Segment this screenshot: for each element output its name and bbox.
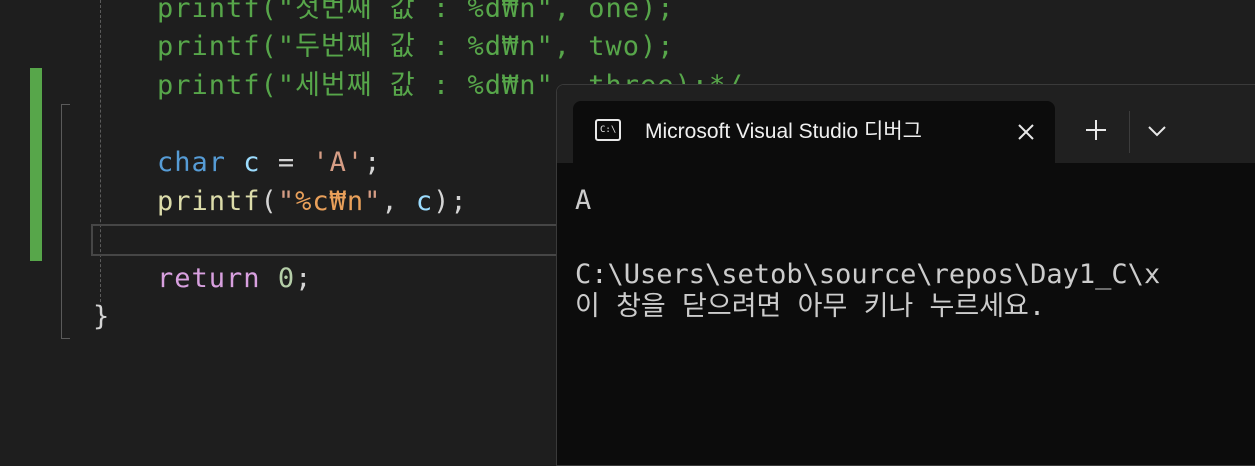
punctuation-token: ; — [295, 263, 313, 294]
format-token: %c₩n — [295, 186, 365, 217]
fold-outline-top — [61, 104, 70, 105]
chevron-down-icon[interactable] — [1145, 119, 1169, 143]
string-token: " — [277, 186, 296, 217]
console-output-line: 이 창을 닫으려면 아무 키나 누르세요. — [575, 291, 1046, 322]
variable-token: c — [415, 186, 434, 217]
punctuation-token: , — [381, 186, 416, 217]
terminal-icon: C:\ — [595, 119, 621, 141]
code-line-printf[interactable]: printf("%c₩n", c); — [157, 183, 468, 221]
console-output-line: C:\Users\setob\source\repos\Day1_C\x — [575, 259, 1161, 290]
string-token: 'A' — [312, 147, 365, 178]
console-titlebar[interactable]: C:\ Microsoft Visual Studio 디버그 — [557, 85, 1255, 163]
keyword-token: return — [157, 263, 261, 294]
punctuation-token: ); — [433, 186, 468, 217]
code-token: printf — [157, 31, 261, 62]
change-indicator-bar — [30, 68, 42, 261]
fold-outline-bottom — [61, 338, 70, 339]
punctuation-token: ; — [364, 147, 382, 178]
code-token: 두번째 값 : %d₩n", two); — [295, 31, 675, 62]
code-token: printf — [157, 0, 261, 24]
terminal-icon-label: C:\ — [600, 125, 617, 135]
code-token: printf — [157, 70, 261, 101]
code-token: (" — [260, 70, 296, 101]
titlebar-separator — [1129, 111, 1130, 153]
code-line-closing-brace[interactable]: } — [93, 298, 110, 336]
code-line-comment-1[interactable]: printf("첫번째 값 : %d₩n", one); — [157, 0, 675, 28]
operator-token: = — [260, 147, 313, 178]
tab-title: Microsoft Visual Studio 디버그 — [645, 120, 923, 143]
string-token: " — [364, 186, 382, 217]
punctuation-token: ( — [260, 186, 278, 217]
code-line-comment-2[interactable]: printf("두번째 값 : %d₩n", two); — [157, 28, 675, 66]
current-line-highlight — [91, 224, 571, 256]
console-output-line: A — [575, 185, 592, 216]
console-tab[interactable]: C:\ Microsoft Visual Studio 디버그 — [573, 101, 1055, 163]
code-line-return[interactable]: return 0; — [157, 260, 312, 298]
function-token: printf — [157, 186, 261, 217]
brace-token: } — [93, 301, 111, 332]
indent-guide — [100, 0, 101, 302]
number-token: 0 — [277, 263, 296, 294]
code-token: (" — [260, 0, 296, 24]
code-token: (" — [260, 31, 296, 62]
code-token: 첫번째 값 : %d₩n", one); — [295, 0, 675, 24]
code-line-char-decl[interactable]: char c = 'A'; — [157, 144, 381, 182]
fold-outline — [61, 104, 62, 338]
close-icon[interactable] — [1013, 119, 1039, 145]
plus-icon[interactable] — [1083, 117, 1109, 143]
keyword-token: char — [157, 147, 227, 178]
debug-console-window[interactable]: C:\ Microsoft Visual Studio 디버그 A C:\Use — [556, 84, 1255, 466]
variable-token: c — [243, 147, 261, 178]
